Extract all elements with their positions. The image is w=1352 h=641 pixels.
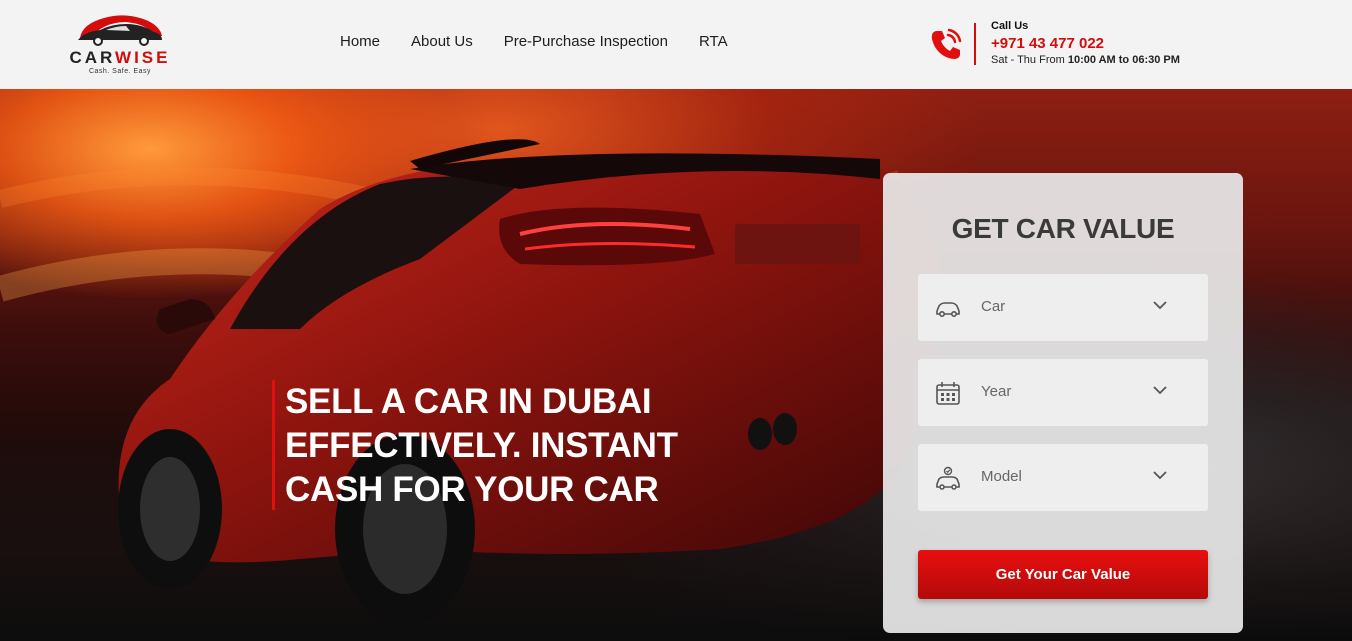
headline-accent-bar — [272, 380, 275, 510]
nav-about-us[interactable]: About Us — [411, 33, 473, 50]
model-select-label: Model — [981, 468, 1022, 485]
car-select-label: Car — [981, 298, 1006, 315]
hours-prefix: Sat - Thu From — [991, 54, 1068, 66]
carwise-logo[interactable]: CARWISE Cash. Safe. Easy — [66, 10, 174, 78]
form-title: GET CAR VALUE — [951, 213, 1175, 244]
phone-number[interactable]: +971 43 477 022 — [991, 35, 1104, 52]
nav-home[interactable]: Home — [340, 33, 380, 50]
call-divider — [974, 23, 976, 65]
nav-pre-purchase-inspection[interactable]: Pre-Purchase Inspection — [504, 33, 668, 50]
year-select[interactable]: Year — [918, 359, 1208, 426]
logo-wordmark: CARWISE — [66, 48, 174, 68]
car-select[interactable]: Car — [918, 274, 1208, 341]
hero-section: SELL A CAR IN DUBAI EFFECTIVELY. INSTANT… — [0, 89, 1352, 641]
chevron-down-icon — [1153, 301, 1167, 310]
main-nav: Home About Us Pre-Purchase Inspection RT… — [340, 33, 759, 50]
car-icon — [936, 302, 960, 318]
hero-headline: SELL A CAR IN DUBAI EFFECTIVELY. INSTANT… — [285, 382, 678, 509]
phone-icon — [931, 28, 962, 59]
logo-tagline: Cash. Safe. Easy — [88, 68, 152, 75]
logo-wise-text: WISE — [115, 48, 171, 67]
calendar-icon — [936, 382, 960, 405]
logo-car-icon — [78, 15, 162, 46]
site-header: CARWISE Cash. Safe. Easy Home About Us P… — [0, 0, 1352, 89]
car-value-form: GET CAR VALUE Car Year Model Get Your Ca… — [883, 173, 1243, 633]
year-select-label: Year — [981, 383, 1012, 400]
call-us-title: Call Us — [991, 20, 1029, 32]
chevron-down-icon — [1153, 386, 1167, 395]
logo-car-text: CAR — [69, 48, 116, 67]
nav-rta[interactable]: RTA — [699, 33, 728, 50]
get-car-value-button[interactable]: Get Your Car Value — [918, 550, 1208, 599]
car-model-icon — [936, 466, 960, 490]
hours-time: 10:00 AM to 06:30 PM — [1067, 54, 1180, 66]
business-hours: Sat - Thu From 10:00 AM to 06:30 PM — [991, 54, 1180, 66]
chevron-down-icon — [1153, 471, 1167, 480]
model-select[interactable]: Model — [918, 444, 1208, 511]
